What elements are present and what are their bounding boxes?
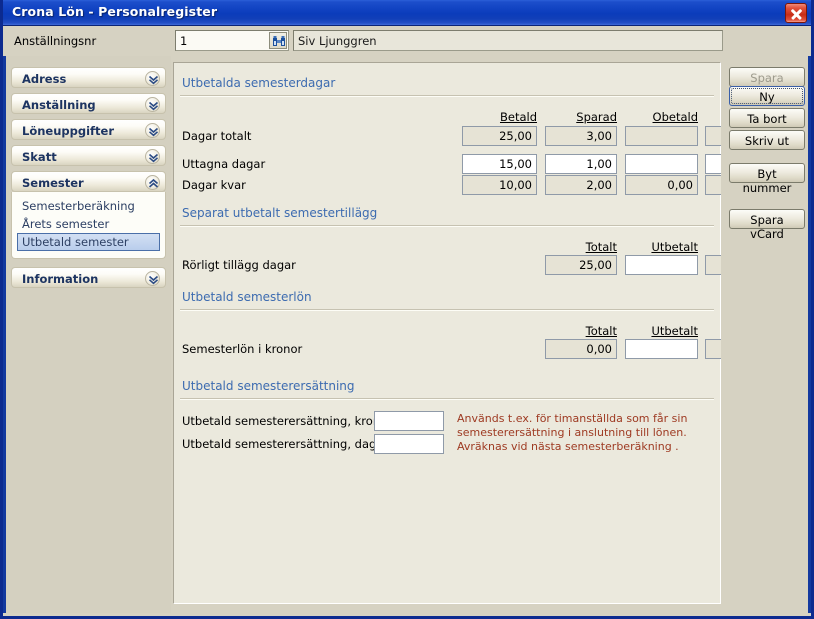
sidebar-group-header-5[interactable]: Information <box>11 267 166 288</box>
input-cell-0-1-1[interactable]: 1,00 <box>545 154 617 174</box>
chevron-double-up-icon[interactable] <box>145 175 160 190</box>
action-button-spara: Spara <box>729 67 805 87</box>
employee-number-label: Anställningsnr <box>14 34 97 48</box>
readonly-cell-0-2-2: 0,00 <box>625 175 698 195</box>
column-header-betald: Betald <box>499 110 537 124</box>
help-text-line-2: Avräknas vid nästa semesterberäkning . <box>457 440 679 453</box>
sidebar-group-skatt: Skatt <box>11 145 166 166</box>
column-header-obetald: Obetald <box>652 110 698 124</box>
chevron-double-down-icon[interactable] <box>145 71 160 86</box>
readonly-cell-0-0-1: 3,00 <box>545 126 617 146</box>
sidebar-group-label: Information <box>22 272 99 286</box>
sidebar-group-label: Löneuppgifter <box>22 124 115 138</box>
sidebar-item-utbetald-semester[interactable]: Utbetald semester <box>17 233 160 251</box>
row-label-3-1: Utbetald semesterersättning, dagar <box>182 437 389 451</box>
help-text-line-0: Används t.ex. för timanställda som får s… <box>457 412 688 425</box>
employee-name-value: Siv Ljunggren <box>298 34 377 48</box>
sidebar-group-l-neuppgifter: Löneuppgifter <box>11 119 166 140</box>
input-cell-3-0-0[interactable] <box>374 411 444 431</box>
sidebar-group-label: Skatt <box>22 150 57 164</box>
row-label-2-0: Semesterlön i kronor <box>182 342 303 356</box>
action-button-byt-nummer[interactable]: Byt nummer <box>729 163 805 195</box>
sidebar-group-anst-llning: Anställning <box>11 93 166 114</box>
readonly-cell-0-0-0: 25,00 <box>462 126 537 146</box>
binoculars-icon[interactable] <box>269 32 287 49</box>
sidebar-group-semester: Semester Semesterberäkning Årets semester U… <box>11 171 166 259</box>
main-content-panel: Utbetalda semesterdagar Betald Sparad Obeta… <box>173 62 811 604</box>
row-label-1-0: Rörligt tillägg dagar <box>182 258 296 272</box>
sidebar-accent-rail <box>3 56 6 613</box>
employee-number-value: 1 <box>180 34 188 48</box>
sidebar-group-label: Anställning <box>22 98 96 112</box>
section-divider-2 <box>180 309 714 311</box>
action-button-ny[interactable]: Ny <box>729 86 805 106</box>
input-cell-1-0-1[interactable] <box>625 255 698 275</box>
section-title-3: Utbetald semesterersättning <box>182 379 355 393</box>
row-label-0-2: Dagar kvar <box>182 178 246 192</box>
employee-selector-row: Anställningsnr 1 Siv Ljunggren Stäng <box>3 27 811 83</box>
input-cell-2-0-1[interactable] <box>625 339 698 359</box>
window-title: Crona Lön - Personalregister <box>12 4 218 19</box>
chevron-double-down-icon[interactable] <box>145 149 160 164</box>
input-cell-3-1-0[interactable] <box>374 434 444 454</box>
section-divider-3 <box>180 398 714 400</box>
personalregister-window: Crona Lön - Personalregister Anställning… <box>0 0 814 619</box>
right-accent-rail <box>808 56 811 613</box>
column-header-totalt: Totalt <box>585 324 617 338</box>
sidebar-group-header-4[interactable]: Semester <box>11 171 166 192</box>
section-title-0: Utbetalda semesterdagar <box>182 76 336 90</box>
chevron-double-down-icon[interactable] <box>145 123 160 138</box>
section-divider-1 <box>180 225 714 227</box>
column-header-sparad: Sparad <box>576 110 617 124</box>
action-button-panel: Spara Ny Ta bort Skriv ut Byt nummer Spara vC… <box>721 56 811 613</box>
readonly-cell-1-0-0: 25,00 <box>545 255 617 275</box>
sidebar-group-label: Adress <box>22 72 67 86</box>
section-title-2: Utbetald semesterlön <box>182 290 312 304</box>
section-divider-0 <box>180 95 714 97</box>
employee-number-input[interactable]: 1 <box>175 30 289 51</box>
action-button-spara-vcard[interactable]: Spara vCard <box>729 209 805 241</box>
input-cell-0-1-0[interactable]: 15,00 <box>462 154 537 174</box>
sidebar-item-årets-semester[interactable]: Årets semester <box>17 215 160 233</box>
sidebar-group-label: Semester <box>22 176 84 190</box>
sidebar-group-adress: Adress <box>11 67 166 88</box>
readonly-cell-2-0-0: 0,00 <box>545 339 617 359</box>
section-title-1: Separat utbetalt semestertillägg <box>182 206 378 220</box>
row-label-0-1: Uttagna dagar <box>182 157 266 171</box>
readonly-cell-0-2-1: 2,00 <box>545 175 617 195</box>
column-header-totalt: Totalt <box>585 240 617 254</box>
action-button-skriv-ut[interactable]: Skriv ut <box>729 130 805 150</box>
chevron-double-down-icon[interactable] <box>145 271 160 286</box>
action-button-ta-bort[interactable]: Ta bort <box>729 108 805 128</box>
sidebar-group-header-2[interactable]: Löneuppgifter <box>11 119 166 140</box>
sidebar-item-semesterberäkning[interactable]: Semesterberäkning <box>17 197 160 215</box>
row-label-0-0: Dagar totalt <box>182 129 252 143</box>
employee-name-field: Siv Ljunggren <box>293 30 723 51</box>
readonly-cell-0-0-2 <box>625 126 698 146</box>
sidebar-group-body: Semesterberäkning Årets semester Utbetald … <box>11 192 166 259</box>
sidebar-group-information: Information <box>11 267 166 288</box>
column-header-utbetalt: Utbetalt <box>651 240 698 254</box>
chevron-double-down-icon[interactable] <box>145 97 160 112</box>
column-header-utbetalt: Utbetalt <box>651 324 698 338</box>
sidebar: Adress Anställning Löneuppgifter Skatt Semes… <box>3 56 171 613</box>
row-label-3-0: Utbetald semesterersättning, kronor <box>182 414 392 428</box>
help-text-line-1: semesterersättning i anslutning till lön… <box>457 426 687 439</box>
close-icon[interactable] <box>785 3 807 23</box>
sidebar-group-header-0[interactable]: Adress <box>11 67 166 88</box>
sidebar-group-header-3[interactable]: Skatt <box>11 145 166 166</box>
title-bar: Crona Lön - Personalregister <box>3 0 811 26</box>
readonly-cell-0-2-0: 10,00 <box>462 175 537 195</box>
binoculars-glyph <box>273 36 285 46</box>
input-cell-0-1-2[interactable] <box>625 154 698 174</box>
sidebar-group-header-1[interactable]: Anställning <box>11 93 166 114</box>
